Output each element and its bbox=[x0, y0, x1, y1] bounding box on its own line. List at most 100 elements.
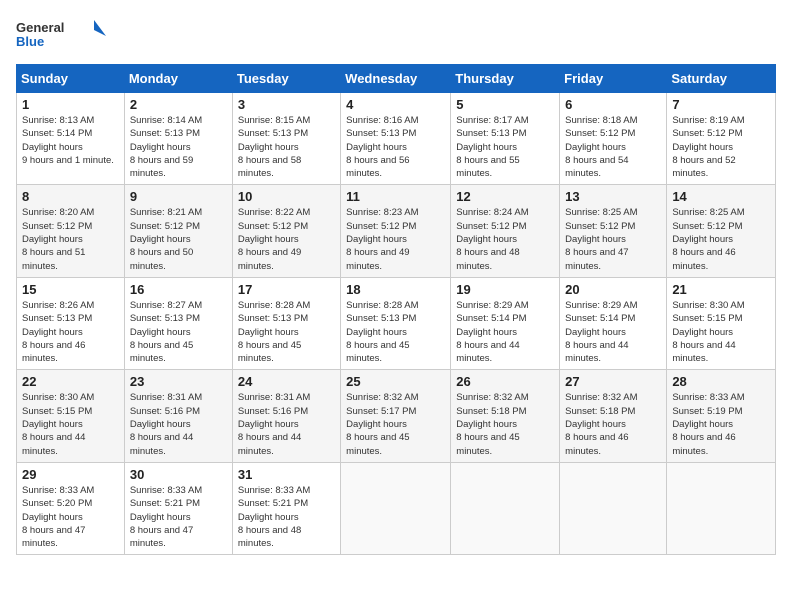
weekday-header-wednesday: Wednesday bbox=[341, 65, 451, 93]
day-info: Sunrise: 8:26 AM Sunset: 5:13 PM Dayligh… bbox=[22, 299, 119, 365]
day-number: 10 bbox=[238, 189, 335, 204]
calendar-cell: 11 Sunrise: 8:23 AM Sunset: 5:12 PM Dayl… bbox=[341, 185, 451, 277]
svg-text:General: General bbox=[16, 20, 64, 35]
calendar-cell: 9 Sunrise: 8:21 AM Sunset: 5:12 PM Dayli… bbox=[124, 185, 232, 277]
calendar-cell: 16 Sunrise: 8:27 AM Sunset: 5:13 PM Dayl… bbox=[124, 277, 232, 369]
calendar-cell bbox=[451, 462, 560, 554]
day-info: Sunrise: 8:23 AM Sunset: 5:12 PM Dayligh… bbox=[346, 206, 445, 272]
calendar-cell: 19 Sunrise: 8:29 AM Sunset: 5:14 PM Dayl… bbox=[451, 277, 560, 369]
day-info: Sunrise: 8:31 AM Sunset: 5:16 PM Dayligh… bbox=[238, 391, 335, 457]
day-info: Sunrise: 8:24 AM Sunset: 5:12 PM Dayligh… bbox=[456, 206, 554, 272]
day-info: Sunrise: 8:19 AM Sunset: 5:12 PM Dayligh… bbox=[672, 114, 770, 180]
page-header: General Blue bbox=[16, 16, 776, 56]
day-number: 31 bbox=[238, 467, 335, 482]
weekday-header-saturday: Saturday bbox=[667, 65, 776, 93]
day-number: 1 bbox=[22, 97, 119, 112]
logo-svg: General Blue bbox=[16, 16, 106, 56]
day-number: 4 bbox=[346, 97, 445, 112]
calendar-cell: 7 Sunrise: 8:19 AM Sunset: 5:12 PM Dayli… bbox=[667, 93, 776, 185]
day-number: 8 bbox=[22, 189, 119, 204]
day-number: 26 bbox=[456, 374, 554, 389]
calendar-cell: 10 Sunrise: 8:22 AM Sunset: 5:12 PM Dayl… bbox=[232, 185, 340, 277]
calendar-cell: 26 Sunrise: 8:32 AM Sunset: 5:18 PM Dayl… bbox=[451, 370, 560, 462]
weekday-header-monday: Monday bbox=[124, 65, 232, 93]
day-info: Sunrise: 8:32 AM Sunset: 5:18 PM Dayligh… bbox=[565, 391, 661, 457]
calendar-cell: 24 Sunrise: 8:31 AM Sunset: 5:16 PM Dayl… bbox=[232, 370, 340, 462]
day-info: Sunrise: 8:33 AM Sunset: 5:21 PM Dayligh… bbox=[238, 484, 335, 550]
day-number: 29 bbox=[22, 467, 119, 482]
day-number: 3 bbox=[238, 97, 335, 112]
day-info: Sunrise: 8:29 AM Sunset: 5:14 PM Dayligh… bbox=[565, 299, 661, 365]
day-number: 20 bbox=[565, 282, 661, 297]
calendar-cell: 2 Sunrise: 8:14 AM Sunset: 5:13 PM Dayli… bbox=[124, 93, 232, 185]
calendar-cell: 25 Sunrise: 8:32 AM Sunset: 5:17 PM Dayl… bbox=[341, 370, 451, 462]
calendar-cell: 28 Sunrise: 8:33 AM Sunset: 5:19 PM Dayl… bbox=[667, 370, 776, 462]
day-number: 25 bbox=[346, 374, 445, 389]
calendar-cell: 1 Sunrise: 8:13 AM Sunset: 5:14 PM Dayli… bbox=[17, 93, 125, 185]
day-info: Sunrise: 8:33 AM Sunset: 5:20 PM Dayligh… bbox=[22, 484, 119, 550]
logo: General Blue bbox=[16, 16, 106, 56]
day-info: Sunrise: 8:17 AM Sunset: 5:13 PM Dayligh… bbox=[456, 114, 554, 180]
day-info: Sunrise: 8:32 AM Sunset: 5:18 PM Dayligh… bbox=[456, 391, 554, 457]
day-info: Sunrise: 8:15 AM Sunset: 5:13 PM Dayligh… bbox=[238, 114, 335, 180]
calendar-cell: 29 Sunrise: 8:33 AM Sunset: 5:20 PM Dayl… bbox=[17, 462, 125, 554]
calendar-cell: 8 Sunrise: 8:20 AM Sunset: 5:12 PM Dayli… bbox=[17, 185, 125, 277]
day-number: 7 bbox=[672, 97, 770, 112]
day-info: Sunrise: 8:30 AM Sunset: 5:15 PM Dayligh… bbox=[22, 391, 119, 457]
day-info: Sunrise: 8:13 AM Sunset: 5:14 PM Dayligh… bbox=[22, 114, 119, 167]
day-number: 16 bbox=[130, 282, 227, 297]
day-info: Sunrise: 8:25 AM Sunset: 5:12 PM Dayligh… bbox=[672, 206, 770, 272]
calendar-cell: 20 Sunrise: 8:29 AM Sunset: 5:14 PM Dayl… bbox=[560, 277, 667, 369]
day-info: Sunrise: 8:18 AM Sunset: 5:12 PM Dayligh… bbox=[565, 114, 661, 180]
day-info: Sunrise: 8:29 AM Sunset: 5:14 PM Dayligh… bbox=[456, 299, 554, 365]
calendar-cell: 18 Sunrise: 8:28 AM Sunset: 5:13 PM Dayl… bbox=[341, 277, 451, 369]
day-info: Sunrise: 8:20 AM Sunset: 5:12 PM Dayligh… bbox=[22, 206, 119, 272]
day-number: 19 bbox=[456, 282, 554, 297]
day-info: Sunrise: 8:28 AM Sunset: 5:13 PM Dayligh… bbox=[346, 299, 445, 365]
calendar-cell: 27 Sunrise: 8:32 AM Sunset: 5:18 PM Dayl… bbox=[560, 370, 667, 462]
calendar-cell bbox=[667, 462, 776, 554]
day-info: Sunrise: 8:31 AM Sunset: 5:16 PM Dayligh… bbox=[130, 391, 227, 457]
calendar-cell: 31 Sunrise: 8:33 AM Sunset: 5:21 PM Dayl… bbox=[232, 462, 340, 554]
calendar-cell: 23 Sunrise: 8:31 AM Sunset: 5:16 PM Dayl… bbox=[124, 370, 232, 462]
day-info: Sunrise: 8:27 AM Sunset: 5:13 PM Dayligh… bbox=[130, 299, 227, 365]
day-number: 2 bbox=[130, 97, 227, 112]
calendar-table: SundayMondayTuesdayWednesdayThursdayFrid… bbox=[16, 64, 776, 555]
day-number: 21 bbox=[672, 282, 770, 297]
day-info: Sunrise: 8:14 AM Sunset: 5:13 PM Dayligh… bbox=[130, 114, 227, 180]
weekday-header-tuesday: Tuesday bbox=[232, 65, 340, 93]
calendar-cell: 14 Sunrise: 8:25 AM Sunset: 5:12 PM Dayl… bbox=[667, 185, 776, 277]
day-number: 6 bbox=[565, 97, 661, 112]
day-number: 22 bbox=[22, 374, 119, 389]
day-number: 9 bbox=[130, 189, 227, 204]
calendar-cell: 17 Sunrise: 8:28 AM Sunset: 5:13 PM Dayl… bbox=[232, 277, 340, 369]
day-number: 30 bbox=[130, 467, 227, 482]
day-number: 17 bbox=[238, 282, 335, 297]
day-number: 12 bbox=[456, 189, 554, 204]
day-number: 23 bbox=[130, 374, 227, 389]
day-info: Sunrise: 8:21 AM Sunset: 5:12 PM Dayligh… bbox=[130, 206, 227, 272]
day-number: 18 bbox=[346, 282, 445, 297]
day-info: Sunrise: 8:33 AM Sunset: 5:21 PM Dayligh… bbox=[130, 484, 227, 550]
calendar-cell: 30 Sunrise: 8:33 AM Sunset: 5:21 PM Dayl… bbox=[124, 462, 232, 554]
day-number: 24 bbox=[238, 374, 335, 389]
day-info: Sunrise: 8:16 AM Sunset: 5:13 PM Dayligh… bbox=[346, 114, 445, 180]
day-info: Sunrise: 8:28 AM Sunset: 5:13 PM Dayligh… bbox=[238, 299, 335, 365]
day-number: 13 bbox=[565, 189, 661, 204]
day-number: 15 bbox=[22, 282, 119, 297]
calendar-cell: 13 Sunrise: 8:25 AM Sunset: 5:12 PM Dayl… bbox=[560, 185, 667, 277]
weekday-header-thursday: Thursday bbox=[451, 65, 560, 93]
day-info: Sunrise: 8:22 AM Sunset: 5:12 PM Dayligh… bbox=[238, 206, 335, 272]
day-number: 14 bbox=[672, 189, 770, 204]
day-info: Sunrise: 8:25 AM Sunset: 5:12 PM Dayligh… bbox=[565, 206, 661, 272]
day-info: Sunrise: 8:33 AM Sunset: 5:19 PM Dayligh… bbox=[672, 391, 770, 457]
calendar-cell: 5 Sunrise: 8:17 AM Sunset: 5:13 PM Dayli… bbox=[451, 93, 560, 185]
calendar-cell: 4 Sunrise: 8:16 AM Sunset: 5:13 PM Dayli… bbox=[341, 93, 451, 185]
day-info: Sunrise: 8:30 AM Sunset: 5:15 PM Dayligh… bbox=[672, 299, 770, 365]
day-number: 11 bbox=[346, 189, 445, 204]
calendar-cell: 22 Sunrise: 8:30 AM Sunset: 5:15 PM Dayl… bbox=[17, 370, 125, 462]
day-number: 5 bbox=[456, 97, 554, 112]
weekday-header-friday: Friday bbox=[560, 65, 667, 93]
day-info: Sunrise: 8:32 AM Sunset: 5:17 PM Dayligh… bbox=[346, 391, 445, 457]
svg-text:Blue: Blue bbox=[16, 34, 44, 49]
